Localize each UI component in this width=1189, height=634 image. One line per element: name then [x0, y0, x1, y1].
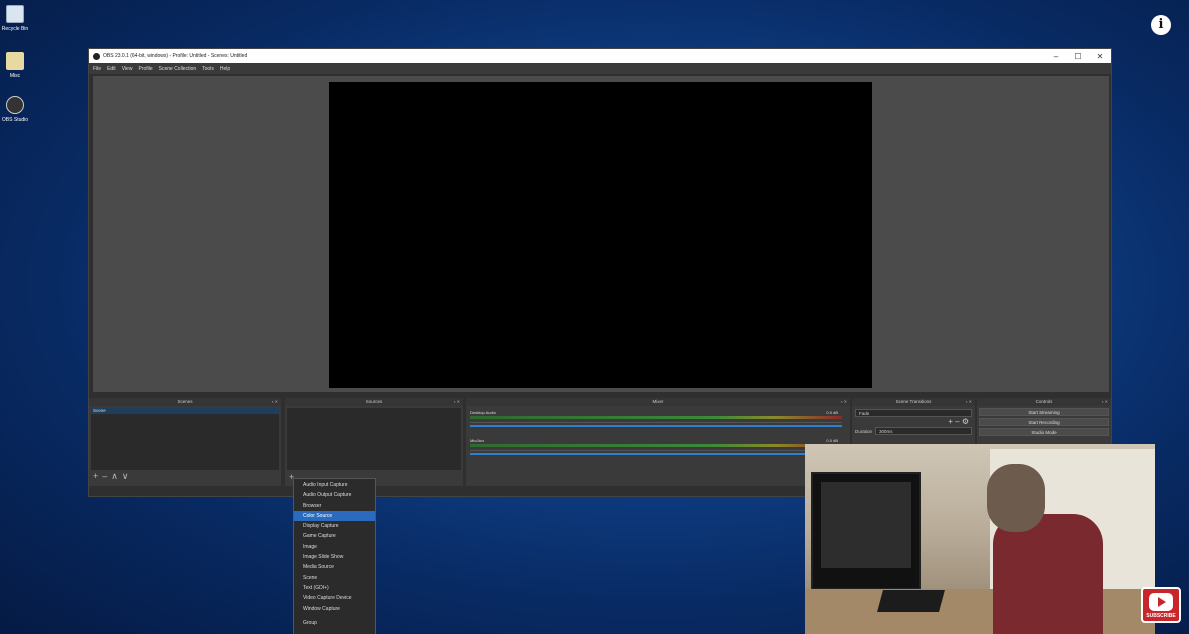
menu-item-game-capture[interactable]: Game Capture: [294, 531, 375, 541]
menu-edit[interactable]: Edit: [107, 66, 116, 72]
dock-title-scene-transitions: Scene Transitions: [895, 399, 932, 404]
menu-item-scene[interactable]: Scene: [294, 573, 375, 583]
sources-list: [287, 408, 461, 470]
subscribe-label: SUBSCRIBE: [1146, 613, 1176, 619]
menu-item-browser[interactable]: Browser: [294, 501, 375, 511]
volume-slider[interactable]: [470, 425, 842, 427]
title-bar: OBS 23.0.1 (64-bit, windows) - Profile: …: [89, 49, 1111, 63]
scenes-dock: Scenes ▪ ✕ Scene + – ∧ ∨: [89, 398, 281, 486]
webcam-presenter-body: [993, 514, 1103, 634]
track-name: Mic/Aux: [470, 438, 485, 443]
duration-input[interactable]: 300ms: [875, 427, 972, 435]
transition-select[interactable]: Fade: [855, 409, 972, 417]
webcam-overlay: [805, 444, 1155, 634]
obs-window: OBS 23.0.1 (64-bit, windows) - Profile: …: [88, 48, 1112, 497]
preview-canvas[interactable]: [329, 82, 872, 388]
desktop-icon-label: Recycle Bin: [1, 26, 29, 32]
close-button[interactable]: ✕: [1089, 52, 1111, 61]
desktop-icon-label: Misc: [9, 73, 21, 79]
mixer-track-desktop-audio: Desktop Audio 0.0 dB: [470, 410, 842, 427]
info-icon[interactable]: i: [1151, 15, 1171, 35]
menu-bar: File Edit View Profile Scene Collection …: [89, 63, 1111, 74]
dock-title-scenes: Scenes: [177, 399, 193, 404]
subscribe-button[interactable]: SUBSCRIBE: [1141, 587, 1181, 623]
menu-tools[interactable]: Tools: [202, 66, 214, 72]
desktop-icon-label: OBS Studio: [1, 117, 29, 123]
dock-title-mixer: Mixer: [652, 399, 664, 404]
menu-view[interactable]: View: [122, 66, 133, 72]
meter-ticks: [470, 419, 842, 423]
recycle-bin-icon: [6, 5, 24, 23]
add-scene-button[interactable]: +: [93, 471, 98, 482]
maximize-button[interactable]: ☐: [1067, 52, 1089, 61]
desktop-icon-recycle-bin[interactable]: Recycle Bin: [0, 5, 30, 32]
move-down-button[interactable]: ∨: [122, 471, 129, 482]
track-db: 0.0 dB: [826, 410, 838, 415]
menu-item-audio-output-capture[interactable]: Audio Output Capture: [294, 490, 375, 500]
desktop-icon-obs-studio[interactable]: OBS Studio: [0, 96, 30, 123]
obs-logo-icon: [6, 96, 24, 114]
webcam-presenter-head-blurred: [987, 464, 1045, 532]
mixer-dock: Mixer ▪ ✕ Desktop Audio 0.0 dB Mic/Aux 0…: [466, 398, 850, 486]
sources-dock: Sources ▪ ✕ +: [285, 398, 463, 486]
list-item[interactable]: Scene: [91, 408, 279, 414]
menu-item-image[interactable]: Image: [294, 542, 375, 552]
menu-item-color-source[interactable]: Color Source: [294, 510, 375, 522]
studio-mode-button[interactable]: Studio Mode: [979, 428, 1109, 436]
menu-item-group[interactable]: Group: [294, 618, 375, 628]
folder-icon: [6, 52, 24, 70]
menu-scene-collection[interactable]: Scene Collection: [159, 66, 197, 72]
add-source-context-menu: Audio Input Capture Audio Output Capture…: [293, 478, 376, 634]
dock-float-close-icon[interactable]: ▪ ✕: [454, 398, 460, 406]
menu-item-media-source[interactable]: Media Source: [294, 562, 375, 572]
desktop-icon-misc[interactable]: Misc: [0, 52, 30, 79]
dock-float-close-icon[interactable]: ▪ ✕: [841, 398, 847, 406]
transition-add-remove-gear[interactable]: + – ⚙: [852, 417, 975, 426]
start-streaming-button[interactable]: Start Streaming: [979, 408, 1109, 416]
track-name: Desktop Audio: [470, 410, 496, 415]
menu-item-window-capture[interactable]: Window Capture: [294, 604, 375, 614]
webcam-keyboard: [877, 590, 945, 612]
dock-title-controls: Controls: [1035, 399, 1053, 404]
menu-item-video-capture-device[interactable]: Video Capture Device: [294, 593, 375, 603]
remove-scene-button[interactable]: –: [102, 471, 107, 482]
start-recording-button[interactable]: Start Recording: [979, 418, 1109, 426]
menu-item-audio-input-capture[interactable]: Audio Input Capture: [294, 480, 375, 490]
dock-float-close-icon[interactable]: ▪ ✕: [1102, 398, 1108, 406]
menu-profile[interactable]: Profile: [138, 66, 152, 72]
obs-logo-icon: [93, 52, 100, 60]
menu-help[interactable]: Help: [220, 66, 230, 72]
preview-area: [93, 76, 1109, 392]
minimize-button[interactable]: –: [1045, 52, 1067, 61]
menu-item-text-gdi[interactable]: Text (GDI+): [294, 583, 375, 593]
menu-item-display-capture[interactable]: Display Capture: [294, 521, 375, 531]
move-up-button[interactable]: ∧: [111, 471, 118, 482]
dock-title-sources: Sources: [365, 399, 383, 404]
mixer-track-mic-aux: Mic/Aux 0.0 dB: [470, 438, 842, 455]
dock-float-close-icon[interactable]: ▪ ✕: [272, 398, 278, 406]
menu-file[interactable]: File: [93, 66, 101, 72]
window-title: OBS 23.0.1 (64-bit, windows) - Profile: …: [103, 53, 248, 59]
volume-slider[interactable]: [470, 453, 842, 455]
duration-label: Duration: [855, 428, 873, 434]
dock-float-close-icon[interactable]: ▪ ✕: [966, 398, 972, 406]
scenes-list: Scene: [91, 408, 279, 470]
meter-ticks: [470, 447, 842, 451]
webcam-monitor: [811, 472, 921, 590]
track-db: 0.0 dB: [826, 438, 838, 443]
menu-item-image-slide-show[interactable]: Image Slide Show: [294, 552, 375, 562]
